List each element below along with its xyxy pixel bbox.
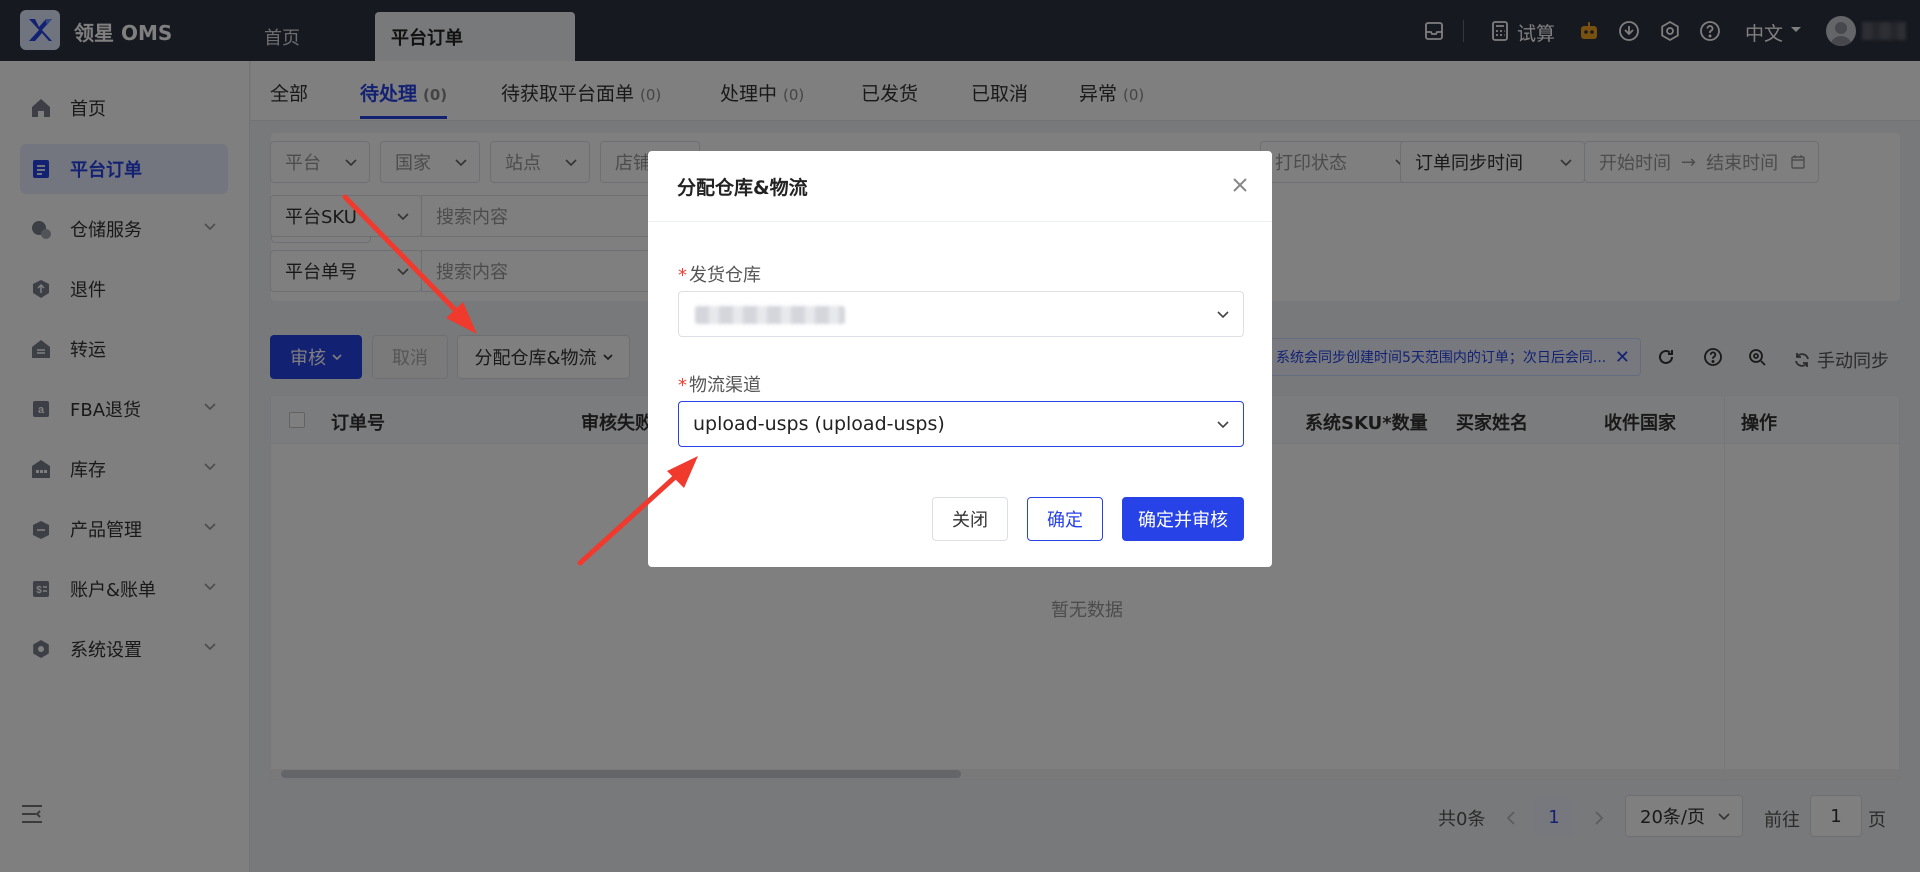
dialog-divider: [648, 221, 1272, 222]
warehouse-select[interactable]: [678, 291, 1244, 337]
close-button[interactable]: 关闭: [932, 497, 1008, 541]
dialog-title: 分配仓库&物流: [677, 177, 808, 199]
logistics-channel-label: * 物流渠道: [678, 375, 761, 396]
logistics-channel-select[interactable]: upload-usps (upload-usps): [678, 401, 1244, 447]
assign-warehouse-logistics-dialog: 分配仓库&物流 * 发货仓库 * 物流渠道 upload-usps (upload-…: [648, 151, 1272, 567]
close-icon[interactable]: [1232, 177, 1248, 193]
logistics-channel-value: upload-usps (upload-usps): [693, 413, 945, 435]
confirm-and-review-button[interactable]: 确定并审核: [1122, 497, 1244, 541]
warehouse-label: * 发货仓库: [678, 265, 761, 286]
confirm-button[interactable]: 确定: [1027, 497, 1103, 541]
chevron-down-icon: [1217, 311, 1229, 319]
chevron-down-icon: [1217, 421, 1229, 429]
warehouse-value-redacted: [695, 306, 845, 324]
